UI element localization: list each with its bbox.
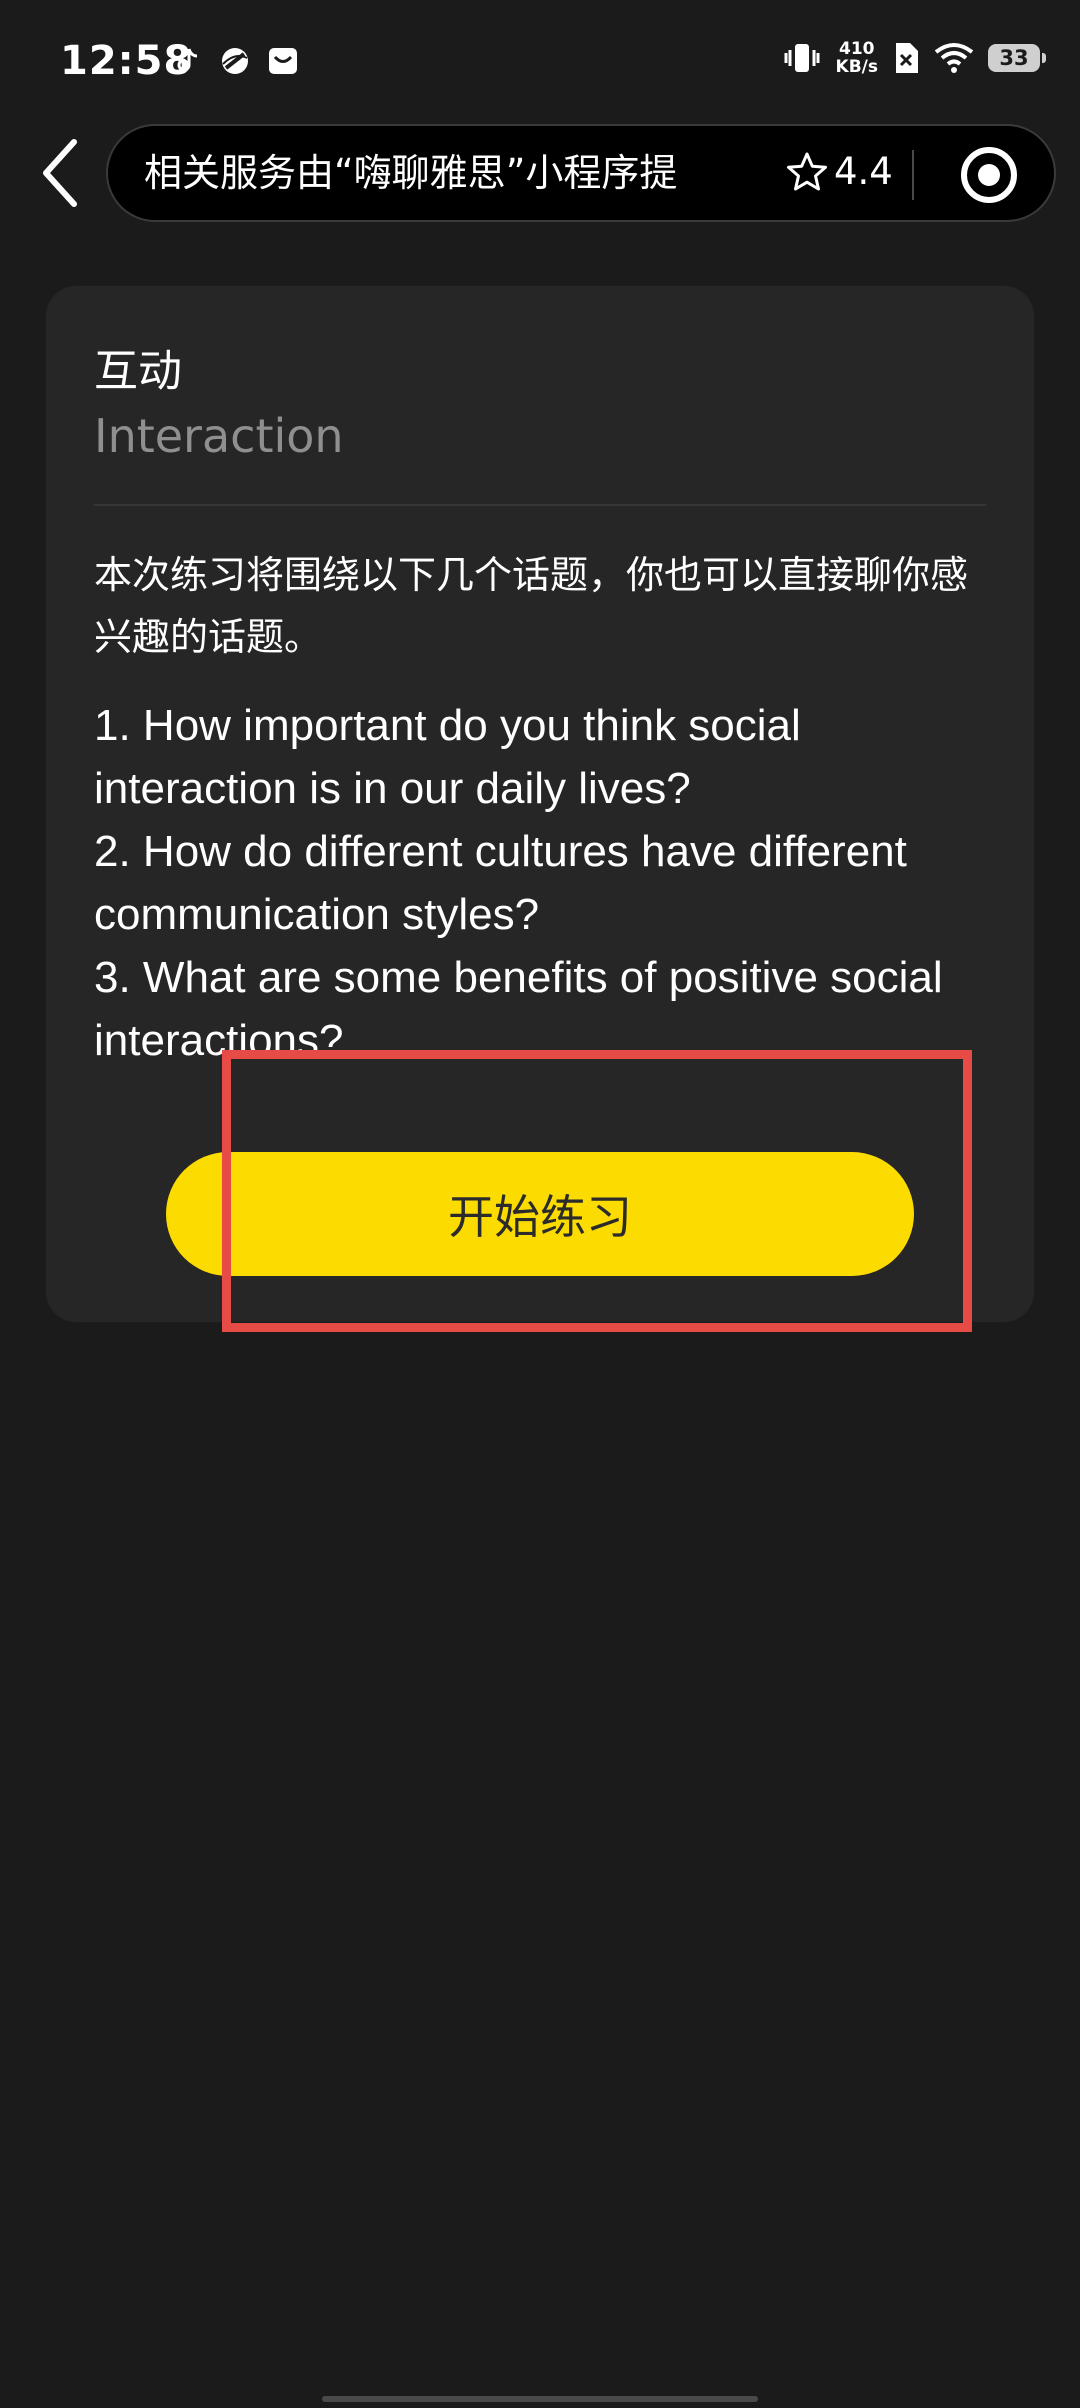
card-title: 互动 [94, 346, 182, 397]
home-indicator[interactable] [322, 2396, 758, 2402]
no-sim-icon [896, 43, 918, 73]
network-speed-unit: KB/s [835, 57, 878, 77]
status-bar: 12:58 410 KB/s 33 [0, 0, 1080, 120]
mail-icon [269, 48, 297, 74]
topic-item: 1. How important do you think social int… [94, 701, 801, 813]
card-divider [94, 504, 986, 506]
service-provider-title[interactable]: 相关服务由“嗨聊雅思”小程序提 [144, 148, 724, 198]
notification-icons [170, 44, 300, 78]
mini-program-capsule: 相关服务由“嗨聊雅思”小程序提 4.4 [106, 124, 1056, 222]
topic-item: 3. What are some benefits of positive so… [94, 953, 943, 1065]
start-practice-button[interactable]: 开始练习 [166, 1152, 914, 1276]
topic-list: 1. How important do you think social int… [94, 694, 994, 1072]
capsule-divider [912, 150, 914, 200]
chevron-left-icon [43, 139, 77, 207]
status-right-group: 410 KB/s 33 [782, 40, 1046, 76]
rating-value: 4.4 [834, 150, 893, 193]
network-speed-value: 410 [839, 39, 875, 59]
back-button[interactable] [30, 128, 90, 218]
card-subtitle: Interaction [94, 409, 344, 463]
wifi-icon [934, 43, 974, 73]
battery-indicator: 33 [988, 44, 1046, 72]
topic-item: 2. How do different cultures have differ… [94, 827, 907, 939]
tiktok-icon [177, 48, 198, 72]
close-mini-program-button[interactable] [958, 144, 1020, 206]
target-icon [961, 147, 1017, 203]
browser-icon [222, 48, 248, 74]
vibrate-icon [784, 44, 820, 72]
screen: 12:58 410 KB/s 33 相关服务由“嗨聊雅思”小程序提 4.4 互动… [0, 0, 1080, 2408]
card-intro-text: 本次练习将围绕以下几个话题，你也可以直接聊你感兴趣的话题。 [94, 553, 969, 659]
rating-button[interactable]: 4.4 [786, 150, 893, 193]
practice-card: 互动 Interaction 本次练习将围绕以下几个话题，你也可以直接聊你感兴趣… [46, 286, 1034, 1322]
star-icon [787, 152, 827, 190]
network-speed: 410 KB/s [836, 40, 878, 76]
